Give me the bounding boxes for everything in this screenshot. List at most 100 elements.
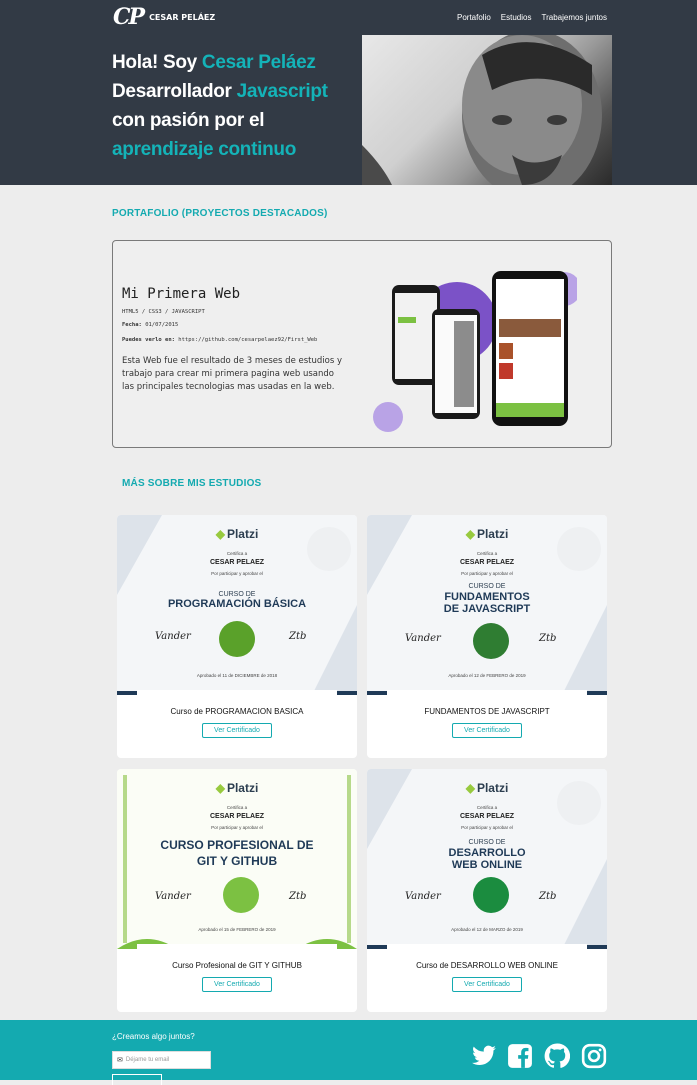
cert-caption: FUNDAMENTOS DE JAVASCRIPT Ver Certificad…	[387, 690, 587, 745]
cert-course-l1: CURSO DE	[468, 583, 506, 590]
platzi-icon: ◆	[215, 781, 225, 795]
hero-section: CP CESAR PELÁEZ Portafolio Estudios Trab…	[0, 0, 697, 185]
signature-right: Ztb	[289, 891, 307, 902]
hero-headline: Hola! Soy Cesar Peláez Desarrollador Jav…	[112, 48, 352, 164]
cert-course-l2: PROGRAMACIÓN BÁSICA	[167, 598, 307, 610]
course-badge-icon	[473, 623, 509, 659]
certificate-image: ◆ Platzi Certifica a CESAR PELAEZ Por par…	[117, 769, 357, 949]
headline-text: Desarrollador	[112, 81, 237, 102]
signature-left: Vander	[155, 891, 191, 902]
nav-estudios[interactable]: Estudios	[501, 13, 532, 22]
headline-learn: aprendizaje continuo	[112, 139, 297, 160]
view-certificate-button[interactable]: Ver Certificado	[452, 977, 522, 992]
logo-mark: CP	[113, 4, 145, 30]
headline-tech: Javascript	[236, 81, 328, 102]
project-link-url[interactable]: https://github.com/cesarpelaez92/First_W…	[178, 337, 317, 343]
cert-approved: Aprobado el 15 de FEBRERO de 2019	[198, 927, 276, 932]
project-link-label: Puedes verlo en:	[122, 337, 175, 343]
cert-approved: Aprobado el 11 de DICIEMBRE de 2018	[196, 673, 278, 678]
github-icon[interactable]	[544, 1043, 571, 1069]
cert-por: Por participar y aprobar el	[211, 571, 263, 576]
instagram-icon[interactable]	[581, 1043, 607, 1069]
facebook-icon[interactable]	[507, 1043, 533, 1069]
nav-trabajemos-juntos[interactable]: Trabajemos juntos	[541, 13, 607, 22]
cert-por: Por participar y aprobar el	[461, 825, 513, 830]
project-date-label: Fecha:	[122, 322, 142, 328]
project-card[interactable]: Mi Primera Web HTML5 / CSS3 / JAVASCRIPT…	[112, 240, 612, 448]
logo[interactable]: CP CESAR PELÁEZ	[113, 4, 215, 30]
signature-right: Ztb	[289, 631, 307, 642]
cert-approved: Aprobado el 12 de MARZO de 2019	[451, 927, 523, 932]
footer-question: ¿Creamos algo juntos?	[112, 1032, 195, 1041]
platzi-brand: Platzi	[476, 527, 509, 541]
cert-por: Por participar y aprobar el	[211, 825, 263, 830]
cert-card: ◆ Platzi Certifica a CESAR PELAEZ Por par…	[367, 515, 607, 758]
cert-caption: Curso de DESARROLLO WEB ONLINE Ver Certi…	[387, 944, 587, 999]
course-badge-icon	[223, 877, 259, 913]
cert-card: ◆ Platzi Certifica a CESAR PELAEZ Por par…	[117, 769, 357, 1012]
main-nav: Portafolio Estudios Trabajemos juntos	[457, 13, 607, 22]
cert-student: CESAR PELAEZ	[459, 813, 515, 820]
email-placeholder: Déjame tu email	[125, 1057, 170, 1063]
signature-left: Vander	[405, 633, 441, 644]
view-certificate-button[interactable]: Ver Certificado	[452, 723, 522, 738]
project-date-value: 01/07/2015	[145, 322, 179, 328]
course-badge-icon	[219, 621, 255, 657]
project-description: Esta Web fue el resultado de 3 meses de …	[122, 356, 342, 392]
platzi-logo: ◆ Platzi	[117, 781, 357, 795]
cert-certifica: Certifica a	[226, 551, 248, 556]
cert-approved: Aprobado el 12 de FEBRERO de 2019	[448, 673, 526, 678]
platzi-logo: ◆ Platzi	[367, 781, 607, 795]
cert-course-l2: GIT Y GITHUB	[196, 854, 278, 868]
cert-caption: Curso Profesional de GIT Y GITHUB Ver Ce…	[137, 944, 337, 999]
cert-course-l1: CURSO DE	[468, 839, 506, 846]
cert-por: Por participar y aprobar el	[461, 571, 513, 576]
certificate-image: ◆ Platzi Certifica a CESAR PELAEZ Por par…	[367, 515, 607, 695]
cert-course-l1: CURSO DE	[218, 591, 256, 598]
platzi-brand: Platzi	[476, 781, 509, 795]
certificate-image: ◆ Platzi Certifica a CESAR PELAEZ Por par…	[117, 515, 357, 695]
platzi-logo: ◆ Platzi	[117, 527, 357, 541]
view-certificate-button[interactable]: Ver Certificado	[202, 977, 272, 992]
signature-left: Vander	[405, 891, 441, 902]
cert-card: ◆ Platzi Certifica a CESAR PELAEZ Por par…	[117, 515, 357, 758]
footer: ¿Creamos algo juntos? ✉ Déjame tu email	[0, 1020, 697, 1085]
cert-course-l2: FUNDAMENTOS	[444, 591, 530, 603]
logo-text: CESAR PELÁEZ	[149, 12, 216, 22]
cert-course-l3: WEB ONLINE	[451, 859, 523, 871]
view-certificate-button[interactable]: Ver Certificado	[202, 723, 272, 738]
certificate-image: ◆ Platzi Certifica a CESAR PELAEZ Por par…	[367, 769, 607, 949]
signature-left: Vander	[155, 631, 191, 642]
studies-title: MÁS SOBRE MIS ESTUDIOS	[122, 478, 262, 489]
cert-title: Curso de PROGRAMACION BASICA	[170, 707, 304, 716]
cert-certifica: Certifica a	[476, 805, 498, 810]
platzi-brand: Platzi	[226, 781, 259, 795]
nav-portafolio[interactable]: Portafolio	[457, 13, 491, 22]
platzi-icon: ◆	[215, 527, 225, 541]
cert-title: Curso Profesional de GIT Y GITHUB	[172, 961, 302, 970]
platzi-icon: ◆	[465, 527, 475, 541]
signature-right: Ztb	[539, 633, 557, 644]
project-date: Fecha: 01/07/2015	[122, 322, 178, 328]
cert-student: CESAR PELAEZ	[459, 559, 515, 566]
cert-certifica: Certifica a	[226, 805, 248, 810]
cert-certifica: Certifica a	[476, 551, 498, 556]
project-mockup-image	[372, 257, 581, 432]
cert-student: CESAR PELAEZ	[209, 559, 265, 566]
headline-name: Cesar Peláez	[201, 52, 316, 73]
mail-icon: ✉	[117, 1057, 123, 1064]
headline-text: con pasión por el	[112, 110, 265, 131]
cert-title: Curso de DESARROLLO WEB ONLINE	[416, 961, 558, 970]
project-title: Mi Primera Web	[122, 286, 241, 302]
cert-title: FUNDAMENTOS DE JAVASCRIPT	[424, 707, 550, 716]
cert-course-l2: DESARROLLO	[448, 847, 526, 859]
cert-course-l1: CURSO PROFESIONAL DE	[160, 838, 314, 852]
platzi-icon: ◆	[465, 781, 475, 795]
signature-right: Ztb	[539, 891, 557, 902]
twitter-icon[interactable]	[471, 1043, 497, 1069]
profile-photo	[362, 35, 612, 185]
platzi-logo: ◆ Platzi	[367, 527, 607, 541]
platzi-brand: Platzi	[226, 527, 259, 541]
email-field[interactable]: ✉ Déjame tu email	[112, 1051, 211, 1069]
course-badge-icon	[473, 877, 509, 913]
